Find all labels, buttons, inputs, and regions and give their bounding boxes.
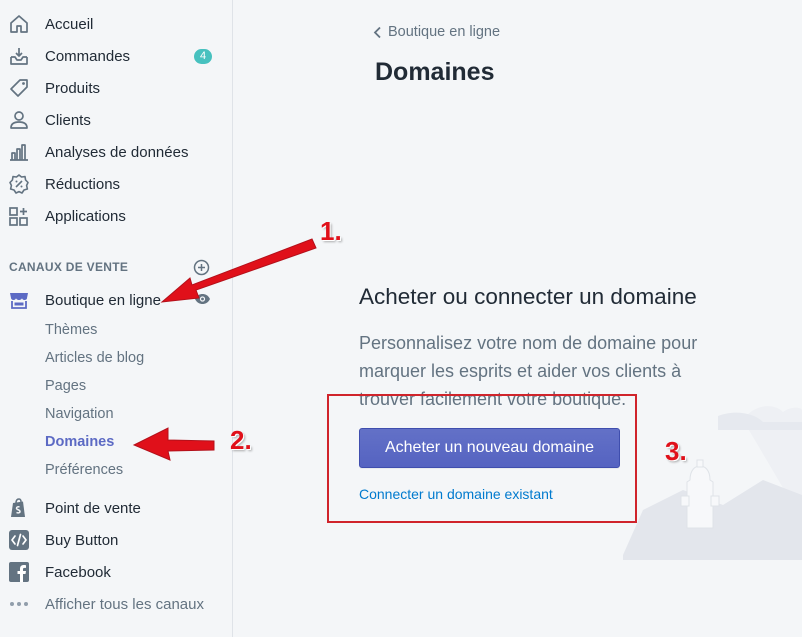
sidebar-item-facebook[interactable]: Facebook xyxy=(0,557,232,587)
bar-chart-icon xyxy=(10,144,28,161)
main-content: Boutique en ligne Domaines Acheter ou co… xyxy=(233,0,802,637)
breadcrumb-label: Boutique en ligne xyxy=(388,24,501,40)
sidebar-item-point-of-sale[interactable]: Point de vente xyxy=(0,493,232,523)
sidebar-item-clients[interactable]: Clients xyxy=(0,105,232,135)
sidebar-item-reductions[interactable]: Réductions xyxy=(0,169,232,199)
sidebar-item-label: Facebook xyxy=(45,563,111,581)
sidebar-item-label: Réductions xyxy=(45,175,121,193)
orders-icon xyxy=(10,48,28,65)
breadcrumb[interactable]: Boutique en ligne xyxy=(373,24,500,40)
sidebar-item-label: Commandes xyxy=(45,47,131,65)
sidebar-item-label: Produits xyxy=(45,79,101,97)
orders-count-badge: 4 xyxy=(194,49,212,64)
step-label-2: 2. xyxy=(230,425,252,455)
tag-icon xyxy=(10,79,28,97)
sidebar-item-label: Afficher tous les canaux xyxy=(45,595,204,613)
sidebar: Accueil Commandes 4 Produits Clients Ana… xyxy=(0,0,233,637)
add-circle-icon[interactable] xyxy=(193,259,210,276)
subnav-item-preferences[interactable]: Préférences xyxy=(45,462,123,478)
subnav-item-blog-posts[interactable]: Articles de blog xyxy=(45,350,144,366)
sidebar-item-label: Clients xyxy=(45,111,91,129)
sales-channels-heading: CANAUX DE VENTE xyxy=(9,260,129,274)
chevron-left-icon xyxy=(373,26,381,38)
sidebar-item-show-all-channels[interactable]: Afficher tous les canaux xyxy=(0,589,232,619)
sidebar-item-accueil[interactable]: Accueil xyxy=(0,9,232,39)
subnav-item-themes[interactable]: Thèmes xyxy=(45,322,97,338)
sidebar-item-produits[interactable]: Produits xyxy=(0,73,232,103)
home-icon xyxy=(10,15,28,33)
discount-icon xyxy=(9,174,29,194)
sidebar-item-commandes[interactable]: Commandes 4 xyxy=(0,41,232,71)
shopify-bag-icon xyxy=(11,498,25,517)
sidebar-item-label: Point de vente xyxy=(45,499,141,517)
sidebar-item-analyses[interactable]: Analyses de données xyxy=(0,137,232,167)
step-label-1: 1. xyxy=(320,216,342,246)
facebook-icon xyxy=(9,562,29,582)
sidebar-item-label: Applications xyxy=(45,207,126,225)
apps-icon xyxy=(9,207,28,226)
code-icon xyxy=(9,530,29,550)
subnav-item-domains[interactable]: Domaines xyxy=(45,434,114,450)
sidebar-item-applications[interactable]: Applications xyxy=(0,201,232,231)
more-dots-icon xyxy=(10,602,28,606)
eye-icon[interactable] xyxy=(194,292,211,306)
step-label-3: 3. xyxy=(665,436,687,466)
store-icon xyxy=(10,293,28,309)
sidebar-item-label: Boutique en ligne xyxy=(45,291,161,309)
sidebar-item-buy-button[interactable]: Buy Button xyxy=(0,525,232,555)
sidebar-item-label: Analyses de données xyxy=(45,143,189,161)
sidebar-item-label: Buy Button xyxy=(45,531,119,549)
empty-state-heading: Acheter ou connecter un domaine xyxy=(359,284,697,309)
person-icon xyxy=(10,111,28,129)
subnav-item-pages[interactable]: Pages xyxy=(45,378,86,394)
sidebar-item-label: Accueil xyxy=(45,15,94,33)
highlight-box xyxy=(327,394,637,523)
subnav-item-navigation[interactable]: Navigation xyxy=(45,406,114,422)
page-title: Domaines xyxy=(375,58,495,86)
